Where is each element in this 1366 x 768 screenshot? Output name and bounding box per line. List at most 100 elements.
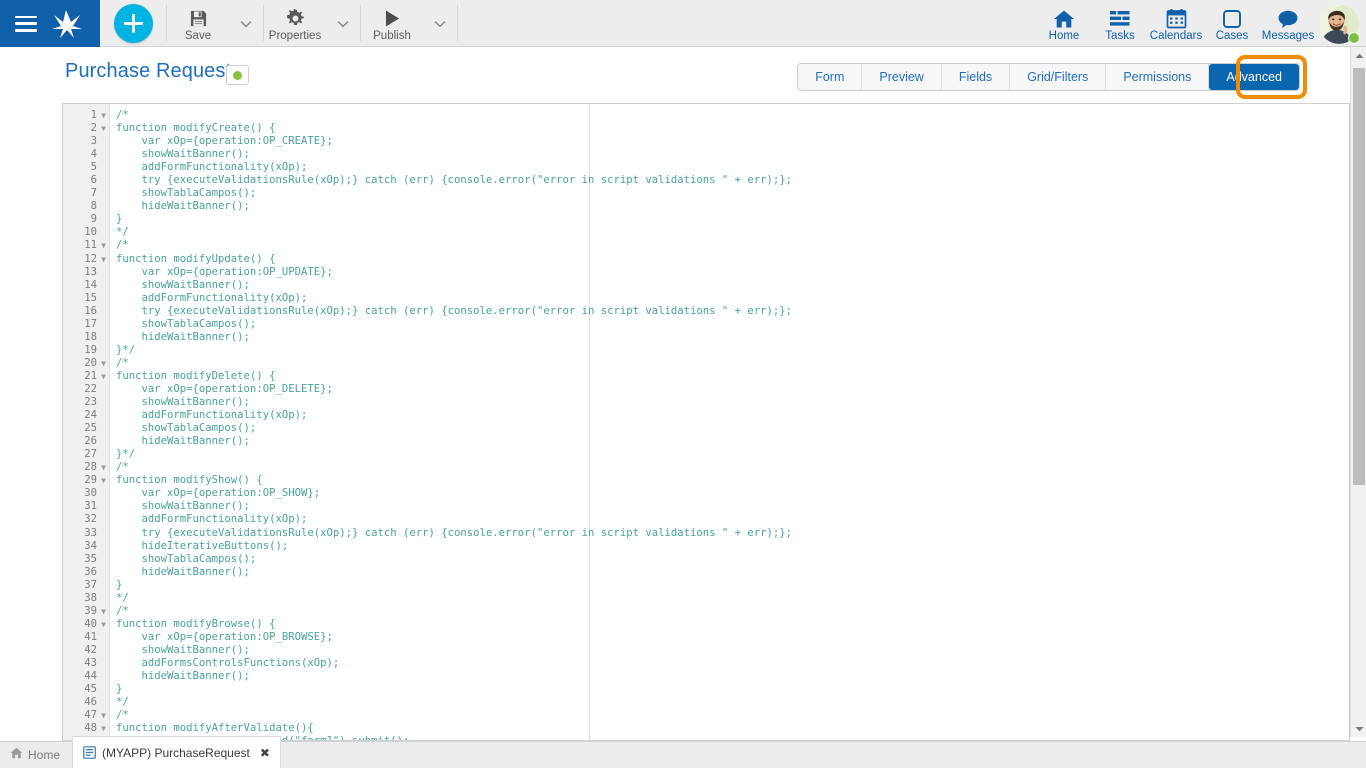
code-line[interactable]: 11 ▼ /* bbox=[63, 239, 1349, 252]
code-line[interactable]: 12 ▼ function modifyUpdate() { bbox=[63, 253, 1349, 266]
page-vertical-scrollbar[interactable] bbox=[1350, 47, 1366, 737]
code-editor[interactable]: 1 ▼/* 2 ▼ function modifyCreate() {3 var xOp… bbox=[62, 103, 1350, 741]
code-line[interactable]: 29 ▼ function modifyShow() { bbox=[63, 474, 1349, 487]
code-line[interactable]: 43 addFormsControlsFunctions(xOp); bbox=[63, 657, 1349, 670]
fold-arrow-icon[interactable]: ▼ bbox=[97, 370, 110, 383]
fold-arrow-icon[interactable]: ▼ bbox=[97, 253, 110, 266]
save-dropdown-caret[interactable] bbox=[229, 0, 263, 47]
taskbar-home-button[interactable]: Home bbox=[0, 741, 72, 768]
code-line-text: /* bbox=[116, 709, 129, 722]
code-line[interactable]: 34 hideIterativeButtons(); bbox=[63, 540, 1349, 553]
messages-nav-label: Messages bbox=[1261, 29, 1315, 42]
code-line[interactable]: 9} bbox=[63, 213, 1349, 226]
code-line[interactable]: 8 hideWaitBanner(); bbox=[63, 200, 1349, 213]
code-line[interactable]: 38 */ bbox=[63, 592, 1349, 605]
code-line[interactable]: 33 try {executeValidationsRule(xOp);} ca… bbox=[63, 527, 1349, 540]
code-line[interactable]: 44 hideWaitBanner(); bbox=[63, 670, 1349, 683]
fold-arrow-icon[interactable]: ▼ bbox=[97, 357, 110, 370]
page-header: Purchase Request Form Preview Fields Gri… bbox=[0, 47, 1366, 99]
user-avatar[interactable] bbox=[1316, 0, 1362, 47]
fold-arrow-icon[interactable]: ▼ bbox=[97, 722, 110, 735]
code-line[interactable]: 14 showWaitBanner(); bbox=[63, 279, 1349, 292]
editor-code-lines: 1 ▼/* 2 ▼ function modifyCreate() {3 var xOp… bbox=[63, 109, 1349, 740]
scroll-up-arrow-icon[interactable] bbox=[1351, 47, 1366, 64]
code-line[interactable]: 18 hideWaitBanner(); bbox=[63, 331, 1349, 344]
code-line[interactable]: 16 try {executeValidationsRule(xOp);} ca… bbox=[63, 305, 1349, 318]
scroll-down-arrow-icon[interactable] bbox=[1351, 720, 1366, 737]
code-line[interactable]: 48 ▼ function modifyAfterValidate(){ bbox=[63, 722, 1349, 735]
tasks-nav-button[interactable]: Tasks bbox=[1092, 0, 1148, 47]
code-line[interactable]: 28 ▼ /* bbox=[63, 461, 1349, 474]
line-number: 27 bbox=[84, 448, 97, 461]
taskbar-tab-purchaserequest[interactable]: (MYAPP) PurchaseRequest ✖ bbox=[72, 736, 281, 768]
code-line[interactable]: 1 ▼ /* bbox=[63, 109, 1349, 122]
code-line[interactable]: 20 ▼ /* bbox=[63, 357, 1349, 370]
code-line[interactable]: 19}*/ bbox=[63, 344, 1349, 357]
line-number: 36 bbox=[84, 565, 97, 578]
code-line[interactable]: 40 ▼ function modifyBrowse() { bbox=[63, 618, 1349, 631]
scrollbar-thumb[interactable] bbox=[1353, 68, 1365, 485]
code-line[interactable]: 22 var xOp={operation:OP_DELETE}; bbox=[63, 383, 1349, 396]
code-line[interactable]: 10 */ bbox=[63, 226, 1349, 239]
hamburger-icon[interactable] bbox=[15, 15, 37, 32]
code-line[interactable]: 6 try {executeValidationsRule(xOp);} cat… bbox=[63, 174, 1349, 187]
code-line[interactable]: 17 showTablaCampos(); bbox=[63, 318, 1349, 331]
code-line[interactable]: 42 showWaitBanner(); bbox=[63, 644, 1349, 657]
speech-bubble-icon bbox=[1277, 6, 1299, 29]
code-line[interactable]: 13 var xOp={operation:OP_UPDATE}; bbox=[63, 266, 1349, 279]
code-line[interactable]: 4 showWaitBanner(); bbox=[63, 148, 1349, 161]
code-line[interactable]: 39 ▼ /* bbox=[63, 605, 1349, 618]
code-line[interactable]: 26 hideWaitBanner(); bbox=[63, 435, 1349, 448]
save-button[interactable]: Save bbox=[167, 0, 229, 47]
cases-nav-button[interactable]: Cases bbox=[1204, 0, 1260, 47]
tab-permissions[interactable]: Permissions bbox=[1106, 64, 1210, 90]
publish-button[interactable]: Publish bbox=[361, 0, 423, 47]
fold-arrow-icon[interactable]: ▼ bbox=[97, 605, 110, 618]
fold-arrow-icon[interactable]: ▼ bbox=[97, 122, 110, 135]
code-line-text: try {executeValidationsRule(xOp);} catch… bbox=[116, 304, 793, 317]
fold-arrow-icon[interactable]: ▼ bbox=[97, 474, 110, 487]
code-line[interactable]: 31 showWaitBanner(); bbox=[63, 500, 1349, 513]
code-line[interactable]: 23 showWaitBanner(); bbox=[63, 396, 1349, 409]
code-line[interactable]: 2 ▼ function modifyCreate() { bbox=[63, 122, 1349, 135]
code-line[interactable]: 30 var xOp={operation:OP_SHOW}; bbox=[63, 487, 1349, 500]
code-line[interactable]: 25 showTablaCampos(); bbox=[63, 422, 1349, 435]
line-number: 38 bbox=[84, 591, 97, 604]
tab-fields[interactable]: Fields bbox=[941, 64, 1011, 90]
tab-grid-filters[interactable]: Grid/Filters bbox=[1010, 64, 1107, 90]
code-line[interactable]: 24 addFormFunctionality(xOp); bbox=[63, 409, 1349, 422]
code-line[interactable]: 5 addFormFunctionality(xOp); bbox=[63, 161, 1349, 174]
code-line[interactable]: 37} bbox=[63, 579, 1349, 592]
code-line[interactable]: 21 ▼ function modifyDelete() { bbox=[63, 370, 1349, 383]
code-line[interactable]: 35 showTablaCampos(); bbox=[63, 553, 1349, 566]
properties-button[interactable]: Properties bbox=[264, 0, 326, 47]
code-line[interactable]: 46 */ bbox=[63, 696, 1349, 709]
fold-arrow-icon[interactable]: ▼ bbox=[97, 109, 110, 122]
code-line[interactable]: 3 var xOp={operation:OP_CREATE}; bbox=[63, 135, 1349, 148]
plus-button[interactable] bbox=[113, 3, 153, 43]
properties-dropdown-caret[interactable] bbox=[326, 0, 360, 47]
code-line[interactable]: 41 var xOp={operation:OP_BROWSE}; bbox=[63, 631, 1349, 644]
code-line[interactable]: 7 showTablaCampos(); bbox=[63, 187, 1349, 200]
tab-advanced[interactable]: Advanced bbox=[1209, 64, 1299, 90]
publish-dropdown-caret[interactable] bbox=[423, 0, 457, 47]
code-line[interactable]: 47 ▼ /* bbox=[63, 709, 1349, 722]
tab-form[interactable]: Form bbox=[798, 64, 863, 90]
code-line[interactable]: 45} bbox=[63, 683, 1349, 696]
code-line[interactable]: 27}*/ bbox=[63, 448, 1349, 461]
fold-arrow-icon[interactable]: ▼ bbox=[97, 618, 110, 631]
editor-scroll-area[interactable]: 1 ▼/* 2 ▼ function modifyCreate() {3 var xOp… bbox=[63, 104, 1349, 740]
bizagi-logo-icon[interactable] bbox=[47, 6, 87, 42]
code-line[interactable]: 15 addFormFunctionality(xOp); bbox=[63, 292, 1349, 305]
close-icon[interactable]: ✖ bbox=[260, 746, 270, 760]
tab-preview[interactable]: Preview bbox=[862, 64, 942, 90]
fold-arrow-icon[interactable]: ▼ bbox=[97, 239, 110, 252]
messages-nav-button[interactable]: Messages bbox=[1260, 0, 1316, 47]
form-status-badge[interactable] bbox=[226, 65, 249, 85]
fold-arrow-icon[interactable]: ▼ bbox=[97, 461, 110, 474]
fold-arrow-icon[interactable]: ▼ bbox=[97, 709, 110, 722]
calendars-nav-button[interactable]: Calendars bbox=[1148, 0, 1204, 47]
code-line[interactable]: 36 hideWaitBanner(); bbox=[63, 566, 1349, 579]
code-line[interactable]: 32 addFormFunctionality(xOp); bbox=[63, 513, 1349, 526]
home-nav-button[interactable]: Home bbox=[1036, 0, 1092, 47]
